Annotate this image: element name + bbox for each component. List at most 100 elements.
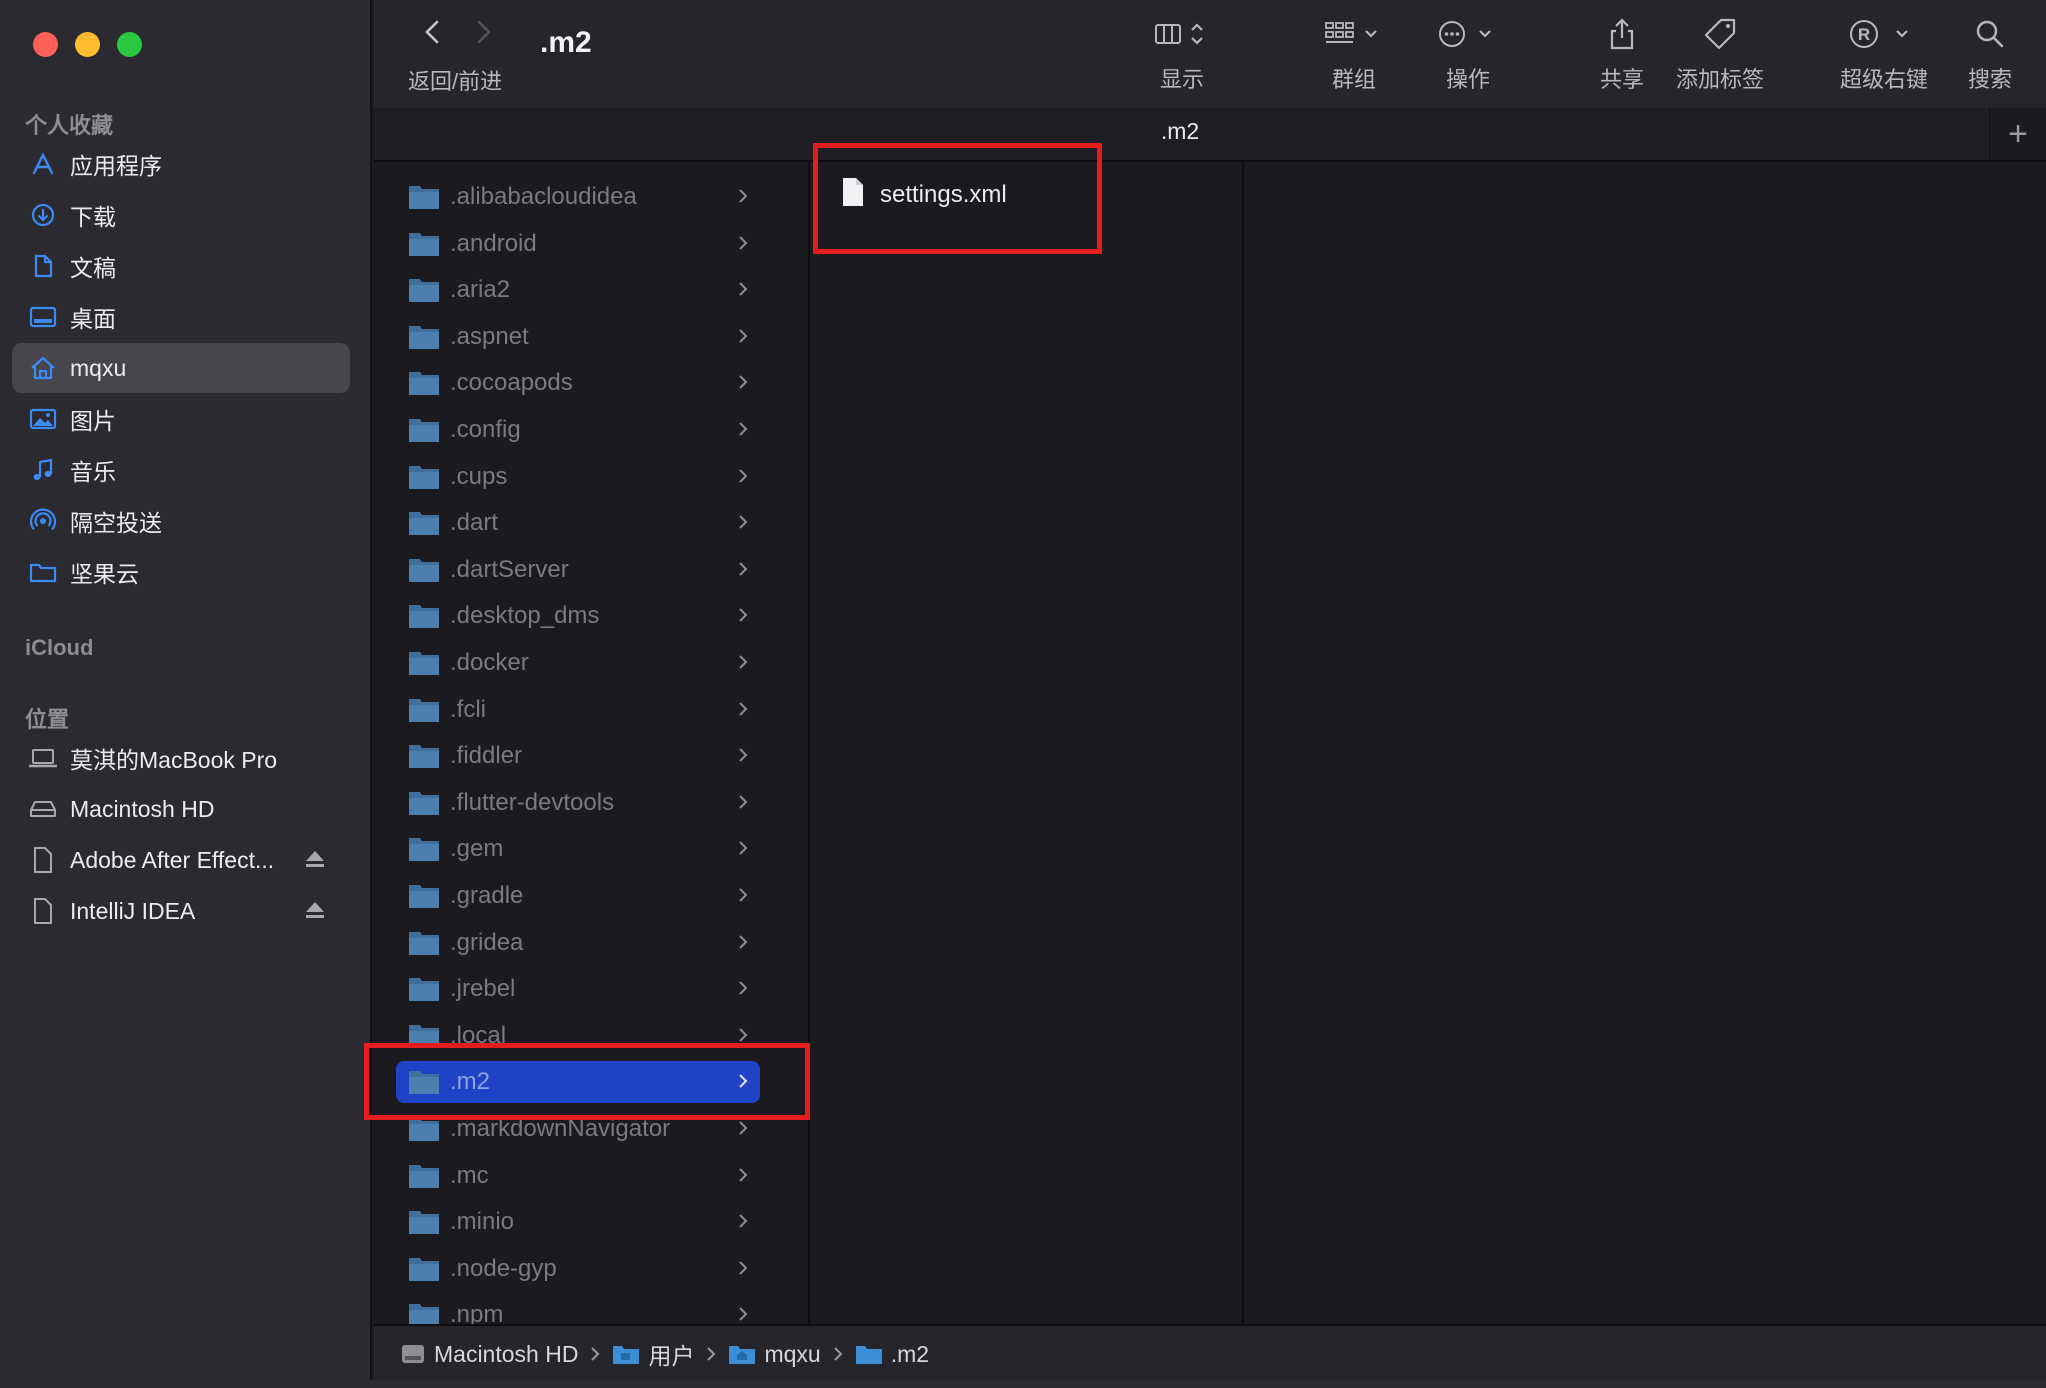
chevron-right-icon (738, 934, 748, 955)
desktop-icon (26, 300, 60, 334)
chevron-right-icon (738, 374, 748, 395)
sidebar-item-adobe-after-effects[interactable]: Adobe After Effect... (12, 835, 350, 885)
sidebar-item-applications[interactable]: 应用程序 (12, 139, 350, 189)
folder-row[interactable]: .cocoapods (396, 362, 760, 404)
path-bar: Macintosh HD 用户 mqxu .m2 (374, 1324, 2046, 1382)
folder-icon (408, 696, 440, 724)
folder-row[interactable]: .cups (396, 456, 760, 498)
sidebar-item-music[interactable]: 音乐 (12, 445, 350, 495)
folder-name: .gradle (450, 882, 524, 909)
action-label: 操作 (1445, 67, 1490, 92)
back-button[interactable] (422, 16, 444, 53)
sidebar-item-home[interactable]: mqxu (12, 343, 350, 393)
folder-row[interactable]: .fiddler (396, 735, 760, 777)
eject-icon[interactable] (304, 848, 326, 875)
folder-icon (408, 649, 440, 677)
folder-row[interactable]: .docker (396, 642, 760, 684)
forward-button[interactable] (472, 16, 494, 53)
zoom-button[interactable] (117, 32, 142, 57)
folder-row[interactable]: .gem (396, 828, 760, 870)
sidebar-item-downloads[interactable]: 下载 (12, 190, 350, 240)
close-button[interactable] (33, 32, 58, 57)
action-button[interactable]: 操作 (1436, 14, 1500, 94)
sidebar-item-airdrop[interactable]: 隔空投送 (12, 496, 350, 546)
folder-row[interactable]: .config (396, 409, 760, 451)
sidebar-item-label: 应用程序 (70, 153, 162, 179)
chevron-right-icon (738, 1260, 748, 1281)
view-button[interactable]: 显示 (1150, 14, 1214, 94)
folder-name: .minio (450, 1208, 515, 1236)
sidebar-item-desktop[interactable]: 桌面 (12, 292, 350, 342)
locations-section-title: 位置 (25, 707, 70, 732)
disk-icon (400, 1342, 426, 1366)
search-button[interactable]: 搜索 (1968, 14, 2012, 94)
folder-name: .fiddler (450, 742, 523, 770)
folder-row[interactable]: .jrebel (396, 968, 760, 1010)
icloud-section-title: iCloud (25, 635, 94, 660)
folder-row[interactable]: .dartServer (396, 549, 760, 591)
sidebar-item-label: 音乐 (70, 459, 116, 485)
chevron-right-icon (738, 794, 748, 815)
super-right-click-button[interactable]: R 超级右键 (1840, 14, 1928, 94)
tab-m2[interactable]: .m2 (374, 118, 1986, 145)
crumb-users[interactable]: 用户 (612, 1337, 694, 1371)
folder-row[interactable]: .gridea (396, 922, 760, 964)
folder-row[interactable]: .alibabacloudidea (396, 176, 760, 218)
highlight-box-settings (813, 143, 1102, 254)
folder-row[interactable]: .android (396, 223, 760, 265)
crumb-m2[interactable]: .m2 (855, 1341, 929, 1368)
photo-icon (26, 402, 60, 436)
nav-label: 返回/前进 (408, 69, 503, 94)
chevron-right-icon (738, 654, 748, 675)
new-tab-button[interactable]: + (1989, 108, 2046, 160)
folder-row[interactable]: .aspnet (396, 316, 760, 358)
folder-icon (26, 555, 60, 589)
folder-row[interactable]: .node-gyp (396, 1248, 760, 1290)
folder-icon (408, 509, 440, 537)
sidebar: 个人收藏 应用程序 下载 文稿 桌面 mqxu 图片 音乐 隔空投送 坚果云 i… (0, 0, 372, 1388)
folder-row[interactable]: .npm (396, 1294, 760, 1324)
folder-name: .android (450, 229, 537, 257)
folder-name: .dart (450, 509, 499, 537)
sidebar-item-intellij-idea[interactable]: IntelliJ IDEA (12, 886, 350, 936)
folder-row[interactable]: .flutter-devtools (396, 782, 760, 824)
chevron-right-icon (738, 281, 748, 302)
eject-icon[interactable] (304, 899, 326, 926)
sidebar-item-label: 下载 (70, 204, 116, 230)
chevron-right-icon (738, 607, 748, 628)
folder-name: .desktop_dms (450, 602, 600, 630)
folder-row[interactable]: .aria2 (396, 269, 760, 311)
chevron-right-icon (738, 747, 748, 768)
folder-row[interactable]: .fcli (396, 689, 760, 731)
folder-row[interactable]: .dart (396, 502, 760, 544)
folder-row[interactable]: .minio (396, 1201, 760, 1243)
chevron-right-icon (738, 1120, 748, 1141)
sidebar-item-documents[interactable]: 文稿 (12, 241, 350, 291)
folder-name: .config (450, 416, 521, 443)
sidebar-item-label: 文稿 (70, 255, 116, 281)
document-icon (26, 249, 60, 283)
sidebar-item-pictures[interactable]: 图片 (12, 394, 350, 444)
sidebar-item-jianguoyun[interactable]: 坚果云 (12, 547, 350, 597)
crumb-label: .m2 (890, 1340, 930, 1367)
minimize-button[interactable] (75, 32, 100, 57)
folder-row[interactable]: .gradle (396, 875, 760, 917)
folder-row[interactable]: .desktop_dms (396, 595, 760, 637)
folder-row[interactable]: .mc (396, 1155, 760, 1197)
folder-name: .alibabacloudidea (450, 183, 637, 210)
sidebar-item-macbook[interactable]: 莫淇的MacBook Pro (12, 733, 350, 783)
crumb-mqxu[interactable]: mqxu (728, 1341, 821, 1368)
group-icon (1322, 14, 1386, 54)
folder-icon (408, 276, 440, 304)
folder-icon (408, 602, 440, 630)
more-icon (1436, 14, 1500, 54)
chevron-right-icon (738, 514, 748, 535)
folder-icon (408, 1208, 440, 1236)
sidebar-item-macintosh-hd[interactable]: Macintosh HD (12, 784, 350, 834)
sidebar-item-label: Adobe After Effect... (70, 846, 275, 873)
add-tag-button[interactable]: 添加标签 (1676, 14, 1764, 94)
tag-icon (1703, 14, 1737, 54)
crumb-macintosh-hd[interactable]: Macintosh HD (400, 1341, 578, 1368)
group-button[interactable]: 群组 (1322, 14, 1386, 94)
share-button[interactable]: 共享 (1600, 14, 1644, 94)
